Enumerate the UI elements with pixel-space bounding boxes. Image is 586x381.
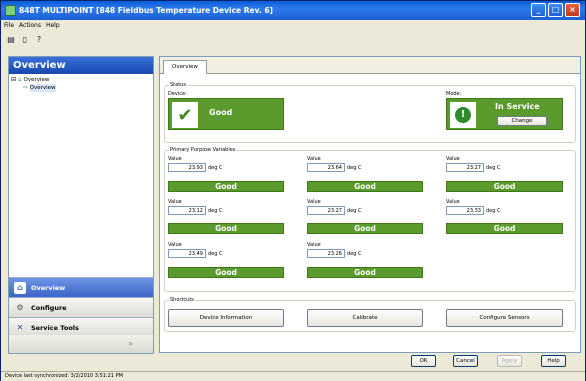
nav-label: Overview (31, 283, 66, 292)
device-status-panel: ✔ Good (168, 98, 284, 130)
pv-label: Value (307, 242, 321, 248)
tab-strip: Overview (160, 57, 580, 74)
status-bar: Device last synchronized: 3/2/2010 3:51:… (1, 371, 585, 381)
pv-value-field: 23.93 (168, 163, 206, 172)
menu-bar: File Actions Help (1, 20, 585, 31)
nav-configure[interactable]: ⚙ Configure (9, 297, 153, 317)
change-mode-button[interactable]: Change (497, 116, 547, 126)
apply-button[interactable]: Apply (497, 355, 522, 367)
tree-item-overview[interactable]: ⊟ ⌂ Overview (11, 76, 56, 84)
device-label: Device: (168, 91, 187, 97)
nav-service-tools[interactable]: ✕ Service Tools (9, 317, 153, 337)
overview-tree-icon: ⌂ (18, 77, 22, 83)
pv-value-field: 23.12 (168, 206, 206, 215)
pv-value-field: 23.49 (168, 249, 206, 258)
pv-label: Value (307, 156, 321, 162)
pv-status: Good (168, 267, 284, 278)
toolbar: ▤ ▯ ? (1, 31, 585, 49)
home-icon: ⌂ (14, 281, 26, 294)
panel-footer: » (9, 335, 153, 353)
group-label: Shortcuts (169, 297, 195, 303)
menu-actions[interactable]: Actions (19, 20, 41, 31)
shortcuts-group: Shortcuts Device Information Calibrate C… (164, 297, 576, 332)
menu-help[interactable]: Help (46, 20, 60, 31)
pv-unit: deg C (347, 165, 362, 171)
window-title: 848T MULTIPOINT [848 Fieldbus Temperatur… (19, 6, 273, 15)
pv-status: Good (307, 181, 423, 192)
tree-item-label: Overview (29, 84, 56, 92)
pv-value-field: 23.33 (446, 206, 484, 215)
pv-unit: deg C (347, 251, 362, 257)
pv-label: Value (446, 199, 460, 205)
tree-item-overview-child[interactable]: ⇨ Overview (11, 84, 56, 92)
mode-label: Mode: (446, 91, 462, 97)
help-button[interactable]: Help (541, 355, 566, 367)
group-label: Status (169, 82, 187, 88)
print-icon[interactable]: ▤ (5, 33, 17, 45)
pv-status: Good (168, 223, 284, 234)
document-icon[interactable]: ▯ (19, 33, 31, 45)
pv-value-field: 23.64 (307, 163, 345, 172)
panel-header: Overview (9, 57, 153, 74)
info-icon: ! (450, 102, 476, 128)
nav-overview[interactable]: ⌂ Overview (9, 277, 153, 297)
pv-unit: deg C (347, 208, 362, 214)
pv-value-field: 23.27 (307, 206, 345, 215)
pv-unit: deg C (486, 208, 501, 214)
title-bar: 848T MULTIPOINT [848 Fieldbus Temperatur… (1, 1, 585, 20)
configure-icon: ⚙ (16, 303, 24, 312)
pv-label: Value (168, 199, 182, 205)
application-window: 848T MULTIPOINT [848 Fieldbus Temperatur… (0, 0, 586, 381)
tab-overview[interactable]: Overview (163, 60, 207, 74)
minimize-button[interactable]: _ (531, 3, 546, 17)
pv-value-field: 23.27 (446, 163, 484, 172)
pv-value-field: 23.26 (307, 249, 345, 258)
pv-status: Good (307, 223, 423, 234)
nav-label: Configure (31, 303, 67, 312)
mode-value: In Service (495, 102, 540, 111)
configure-sensors-button[interactable]: Configure Sensors (446, 309, 563, 327)
pv-status: Good (446, 223, 563, 234)
collapse-icon[interactable]: ⊟ (11, 76, 16, 84)
calibrate-button[interactable]: Calibrate (307, 309, 423, 327)
ok-button[interactable]: OK (411, 355, 436, 367)
pv-label: Value (168, 156, 182, 162)
tools-icon: ✕ (16, 323, 24, 332)
app-icon (5, 5, 16, 16)
status-group: Status Device: ✔ Good Mode: ! In Service… (164, 82, 576, 143)
pv-label: Value (446, 156, 460, 162)
group-label: Primary Purpose Variables (169, 147, 237, 153)
close-button[interactable]: × (565, 3, 580, 17)
pv-status: Good (446, 181, 563, 192)
tree-item-label: Overview (23, 77, 50, 83)
arrow-icon: ⇨ (23, 85, 28, 91)
pv-label: Value (168, 242, 182, 248)
pv-group: Primary Purpose Variables Value 23.93 de… (164, 147, 576, 292)
chevron-down-icon[interactable]: » (128, 339, 133, 348)
cancel-button[interactable]: Cancel (453, 355, 478, 367)
device-information-button[interactable]: Device Information (168, 309, 284, 327)
pv-unit: deg C (486, 165, 501, 171)
pv-status: Good (307, 267, 423, 278)
mode-status-panel: ! In Service Change (446, 98, 563, 130)
device-status-value: Good (209, 108, 233, 117)
pv-status: Good (168, 181, 284, 192)
pv-unit: deg C (208, 208, 223, 214)
checkmark-icon: ✔ (172, 102, 198, 128)
maximize-button[interactable]: □ (548, 3, 563, 17)
menu-file[interactable]: File (4, 20, 14, 31)
pv-label: Value (307, 199, 321, 205)
pv-unit: deg C (208, 165, 223, 171)
device-tree: ⊟ ⌂ Overview ⇨ Overview (11, 76, 56, 92)
pv-unit: deg C (208, 251, 223, 257)
navigation-panel: Overview ⊟ ⌂ Overview ⇨ Overview ⌂ Overv… (8, 56, 154, 354)
nav-label: Service Tools (31, 323, 79, 332)
help-pointer-icon[interactable]: ? (33, 33, 45, 45)
main-content: Overview Status Device: ✔ Good Mode: ! I… (159, 56, 581, 353)
